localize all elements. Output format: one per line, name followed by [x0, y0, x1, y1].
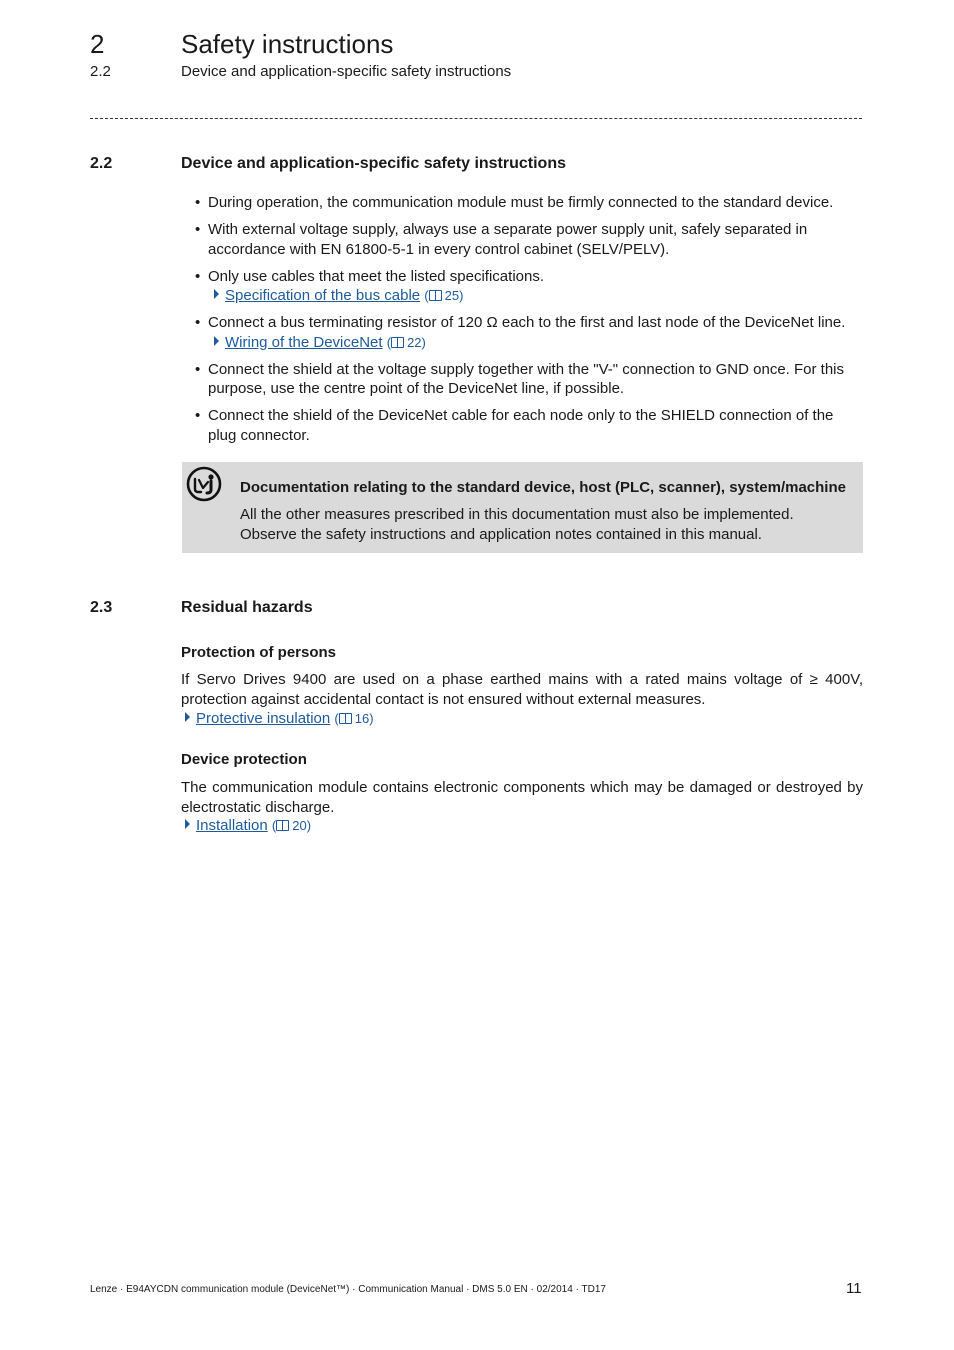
- book-icon: [428, 290, 442, 301]
- chapter-title: Safety instructions: [181, 29, 394, 59]
- page-reference[interactable]: (20): [272, 818, 311, 833]
- header-divider: [90, 118, 862, 119]
- bullet-text: During operation, the communication modu…: [208, 194, 834, 211]
- safety-bullet-list: • During operation, the communication mo…: [181, 193, 863, 453]
- bullet-text: Connect the shield at the voltage supply…: [208, 360, 845, 398]
- bullet-text: Connect a bus terminating resistor of 12…: [208, 314, 846, 331]
- arrow-right-icon: [214, 289, 219, 299]
- note-title: Documentation relating to the standard d…: [240, 479, 846, 496]
- page-reference[interactable]: (22): [387, 335, 426, 350]
- arrow-right-icon: [185, 819, 190, 829]
- cross-reference: Installation (20): [181, 816, 311, 836]
- protection-of-persons-text: If Servo Drives 9400 are used on a phase…: [181, 671, 863, 708]
- link-wiring-devicenet[interactable]: Wiring of the DeviceNet: [225, 334, 383, 351]
- arrow-right-icon: [214, 335, 219, 346]
- list-item: • Connect the shield of the DeviceNet ca…: [195, 407, 834, 444]
- section-2-3-title: Residual hazards: [181, 599, 313, 616]
- page-reference[interactable]: (25): [424, 288, 463, 303]
- page-reference[interactable]: (16): [334, 711, 373, 726]
- note-text: All the other measures prescribed in thi…: [240, 506, 794, 543]
- running-section-number: 2.2: [90, 63, 111, 80]
- cross-reference: Wiring of the DeviceNet (22): [208, 333, 863, 353]
- link-installation[interactable]: Installation: [196, 817, 268, 834]
- device-protection-text: The communication module contains electr…: [181, 779, 863, 816]
- list-item: • Only use cables that meet the listed s…: [181, 267, 863, 306]
- cross-reference: Protective insulation (16): [181, 709, 374, 729]
- documentation-icon: [186, 466, 222, 502]
- link-bus-cable-spec[interactable]: Specification of the bus cable: [225, 287, 420, 304]
- list-item: • With external voltage supply, always u…: [195, 221, 808, 258]
- device-protection-heading: Device protection: [181, 751, 307, 768]
- section-2-2-title: Device and application-specific safety i…: [181, 155, 566, 172]
- section-2-3-number: 2.3: [90, 599, 113, 616]
- list-item: • During operation, the communication mo…: [195, 194, 834, 211]
- chapter-number: 2: [90, 29, 105, 59]
- list-item: • Connect a bus terminating resistor of …: [181, 313, 863, 352]
- bullet-text: Only use cables that meet the listed spe…: [208, 267, 545, 285]
- bullet-text: Connect the shield of the DeviceNet cabl…: [208, 407, 834, 444]
- cross-reference: Specification of the bus cable (25): [208, 286, 863, 306]
- bullet-text: With external voltage supply, always use…: [208, 221, 808, 258]
- link-protective-insulation[interactable]: Protective insulation: [196, 710, 330, 727]
- page-number: 11: [846, 1280, 862, 1297]
- book-icon: [276, 820, 290, 831]
- list-item: • Connect the shield at the voltage supp…: [195, 360, 845, 398]
- section-2-2-number: 2.2: [90, 155, 113, 172]
- running-section-title: Device and application-specific safety i…: [181, 63, 512, 80]
- book-icon: [391, 336, 405, 348]
- arrow-right-icon: [185, 712, 190, 722]
- book-icon: [338, 713, 352, 724]
- protection-of-persons-heading: Protection of persons: [181, 644, 337, 661]
- documentation-note-box: Documentation relating to the standard d…: [182, 462, 863, 553]
- footer-text: Lenze · E94AYCDN communication module (D…: [90, 1284, 606, 1295]
